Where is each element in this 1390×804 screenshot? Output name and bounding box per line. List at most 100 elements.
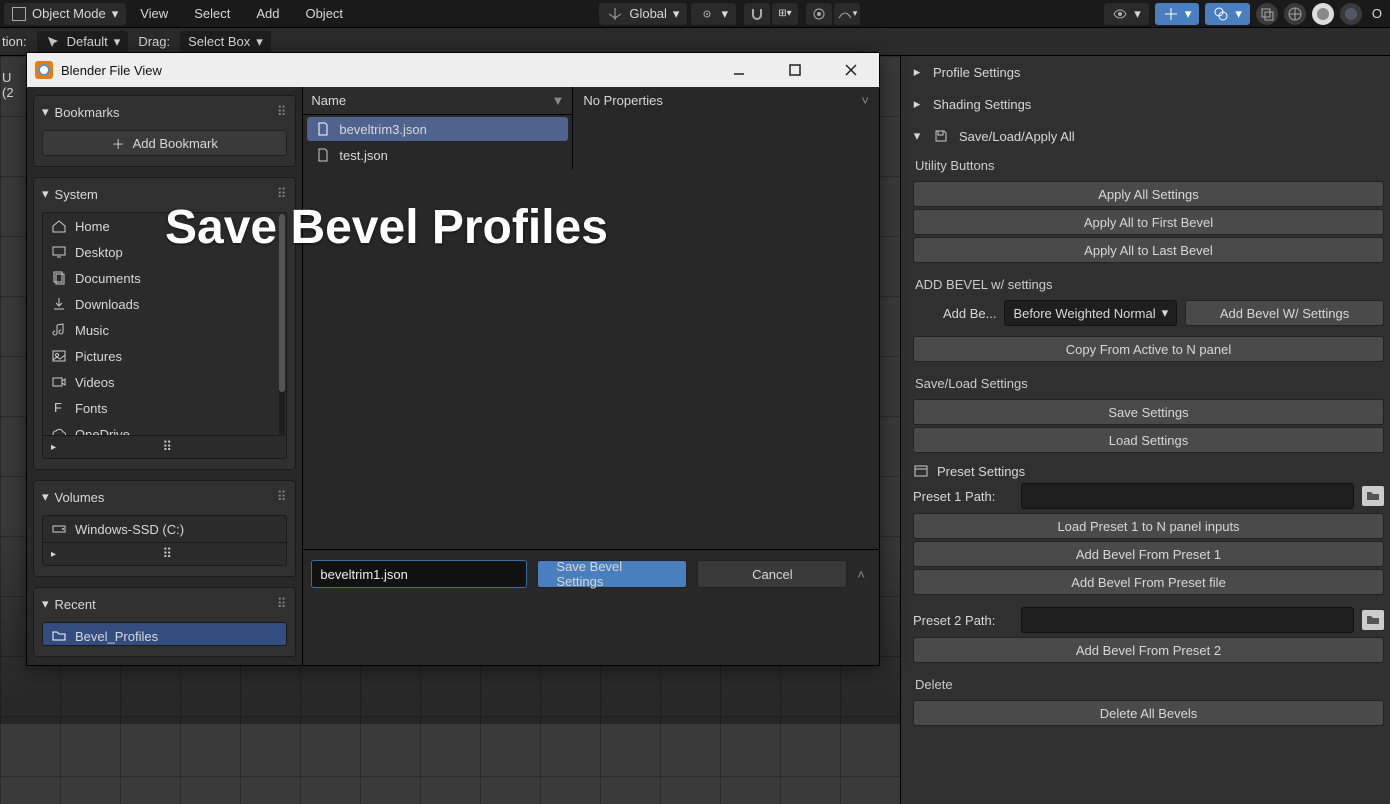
system-header[interactable]: ▾ System ⠿	[34, 180, 295, 208]
proportional-dropdown[interactable]: ▾	[834, 3, 860, 25]
overlay-dropdown[interactable]: ▾	[1205, 3, 1250, 25]
delete-all-button[interactable]: Delete All Bevels	[913, 700, 1384, 726]
browse-preset2-button[interactable]	[1362, 610, 1384, 630]
filename-input[interactable]	[311, 560, 527, 588]
axis-icon	[607, 6, 623, 22]
shading-settings-header[interactable]: ▸ Shading Settings	[907, 88, 1384, 120]
system-item-downloads[interactable]: Downloads	[43, 291, 286, 317]
recent-item[interactable]: Bevel_Profiles	[43, 623, 286, 646]
menu-add[interactable]: Add	[244, 2, 291, 25]
file-row[interactable]: beveltrim3.json	[307, 117, 568, 141]
proportional-toggle[interactable]	[806, 3, 832, 25]
profile-settings-header[interactable]: ▸ Profile Settings	[907, 56, 1384, 88]
volumes-section: ▾ Volumes ⠿ Windows-SSD (C:) ▸ ⠿	[33, 480, 296, 577]
grip-icon[interactable]: ⠿	[277, 489, 288, 505]
add-bevel-preset1-button[interactable]: Add Bevel From Preset 1	[913, 541, 1384, 567]
add-bookmark-button[interactable]: ＋ Add Bookmark	[42, 130, 287, 156]
visibility-dropdown[interactable]: ▾	[1104, 3, 1149, 25]
pivot-dropdown[interactable]: ▾	[691, 3, 736, 25]
grip-icon[interactable]: ⠿	[277, 186, 288, 202]
grip-icon[interactable]: ⠿	[277, 596, 288, 612]
save-button[interactable]: Save Bevel Settings	[537, 560, 687, 588]
snap-toggle[interactable]	[744, 3, 770, 25]
file-row[interactable]: test.json	[307, 143, 568, 167]
volume-item[interactable]: Windows-SSD (C:)	[43, 516, 286, 542]
save-load-settings-label: Save/Load Settings	[913, 370, 1384, 397]
home-icon	[51, 218, 67, 234]
add-bevel-preset2-button[interactable]: Add Bevel From Preset 2	[913, 637, 1384, 663]
system-item-home[interactable]: Home	[43, 213, 286, 239]
save-icon	[933, 128, 949, 144]
mode-dropdown[interactable]: Object Mode ▾	[4, 3, 126, 25]
sort-arrow-icon: ▼	[552, 93, 565, 108]
mode-label: Object Mode	[32, 6, 106, 21]
options-dropdown[interactable]: Default ▾	[37, 31, 129, 53]
copy-active-button[interactable]: Copy From Active to N panel	[913, 336, 1384, 362]
expand-arrow-icon[interactable]: ˄	[857, 567, 871, 582]
apply-last-button[interactable]: Apply All to Last Bevel	[913, 237, 1384, 263]
recent-label: Recent	[55, 597, 96, 612]
load-settings-button[interactable]: Load Settings	[913, 427, 1384, 453]
xray-toggle[interactable]	[1256, 3, 1278, 25]
chevron-right-icon[interactable]: ▸	[51, 442, 56, 453]
system-item-desktop[interactable]: Desktop	[43, 239, 286, 265]
collapse-arrow-icon[interactable]: ˅	[861, 93, 869, 108]
add-be-label: Add Be...	[913, 306, 996, 321]
grip-icon[interactable]: ⠿	[277, 104, 288, 120]
load-preset1-button[interactable]: Load Preset 1 to N panel inputs	[913, 513, 1384, 539]
videos-icon	[51, 374, 67, 390]
grip-icon[interactable]: ⠿	[162, 546, 172, 562]
before-weighted-dropdown[interactable]: Before Weighted Normal▾	[1004, 300, 1177, 326]
browse-preset1-button[interactable]	[1362, 486, 1384, 506]
grip-icon[interactable]: ⠿	[162, 439, 172, 455]
snap-grid-icon: ⊞▾	[778, 8, 791, 19]
gizmo-dropdown[interactable]: ▾	[1155, 3, 1200, 25]
drag-dropdown[interactable]: Select Box ▾	[180, 31, 271, 53]
menu-view[interactable]: View	[128, 2, 180, 25]
shading-solid[interactable]	[1312, 3, 1334, 25]
add-bevel-w-settings-button[interactable]: Add Bevel W/ Settings	[1185, 300, 1384, 326]
material-icon	[1343, 6, 1359, 22]
apply-all-button[interactable]: Apply All Settings	[913, 181, 1384, 207]
chevron-down-icon: ▾	[112, 6, 119, 22]
preset2-path-input[interactable]	[1021, 607, 1354, 633]
dialog-titlebar[interactable]: Blender File View	[27, 53, 879, 87]
volumes-header[interactable]: ▾ Volumes ⠿	[34, 483, 295, 511]
scrollbar[interactable]	[279, 214, 285, 436]
add-bevel-preset-file-button[interactable]: Add Bevel From Preset file	[913, 569, 1384, 595]
bookmarks-header[interactable]: ▾ Bookmarks ⠿	[34, 98, 295, 126]
menu-object[interactable]: Object	[293, 2, 355, 25]
folder-icon	[51, 628, 67, 644]
preset1-path-input[interactable]	[1021, 483, 1354, 509]
orientation-dropdown[interactable]: Global ▾	[599, 3, 687, 25]
chevron-down-icon: ▾	[911, 128, 923, 144]
system-item-documents[interactable]: Documents	[43, 265, 286, 291]
object-mode-icon	[12, 7, 26, 21]
system-item-pictures[interactable]: Pictures	[43, 343, 286, 369]
recent-header[interactable]: ▾ Recent ⠿	[34, 590, 295, 618]
preset2-path-label: Preset 2 Path:	[913, 613, 1013, 628]
snap-dropdown[interactable]: ⊞▾	[772, 3, 798, 25]
dialog-footer: Save Bevel Settings Cancel ˄	[303, 549, 879, 596]
shading-wireframe[interactable]	[1284, 3, 1306, 25]
menu-select[interactable]: Select	[182, 2, 242, 25]
name-column-header[interactable]: Name ▼	[303, 87, 572, 115]
chevron-right-icon[interactable]: ▸	[51, 549, 56, 560]
dialog-title: Blender File View	[61, 63, 162, 78]
system-item-fonts[interactable]: FFonts	[43, 395, 286, 421]
minimize-button[interactable]	[725, 59, 753, 81]
save-settings-button[interactable]: Save Settings	[913, 399, 1384, 425]
system-item-onedrive[interactable]: OneDrive	[43, 421, 286, 435]
drive-icon	[51, 521, 67, 537]
cancel-button[interactable]: Cancel	[697, 560, 847, 588]
close-button[interactable]	[837, 59, 865, 81]
chevron-down-icon: ▾	[721, 6, 728, 22]
apply-first-button[interactable]: Apply All to First Bevel	[913, 209, 1384, 235]
shading-material[interactable]	[1340, 3, 1362, 25]
save-load-apply-header[interactable]: ▾ Save/Load/Apply All	[907, 120, 1384, 152]
system-item-videos[interactable]: Videos	[43, 369, 286, 395]
system-item-music[interactable]: Music	[43, 317, 286, 343]
desktop-icon	[51, 244, 67, 260]
maximize-button[interactable]	[781, 59, 809, 81]
add-bookmark-label: Add Bookmark	[133, 136, 218, 151]
